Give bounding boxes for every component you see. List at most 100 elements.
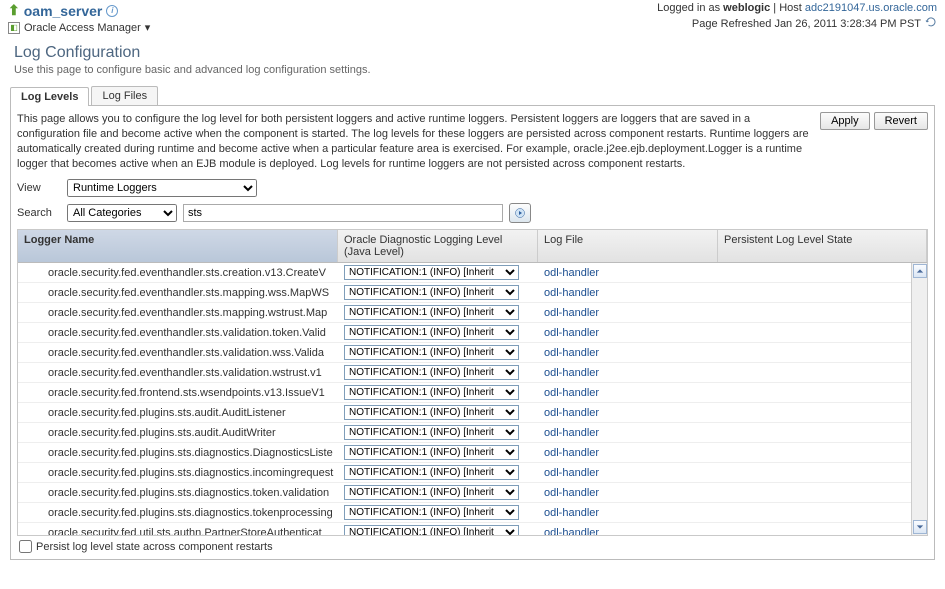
col-log-level[interactable]: Oracle Diagnostic Logging Level (Java Le… [338,230,538,262]
log-level-select[interactable]: NOTIFICATION:1 (INFO) [Inherit [344,325,519,340]
log-level-select[interactable]: NOTIFICATION:1 (INFO) [Inherit [344,265,519,280]
log-level-select[interactable]: NOTIFICATION:1 (INFO) [Inherit [344,305,519,320]
logger-name-cell: oracle.security.fed.plugins.sts.diagnost… [18,506,338,520]
tab-log-levels[interactable]: Log Levels [10,87,89,106]
log-level-select[interactable]: NOTIFICATION:1 (INFO) [Inherit [344,505,519,520]
persistent-state-cell [718,512,927,514]
host-value: adc2191047.us.oracle.com [805,2,937,14]
logger-name-cell: oracle.security.fed.plugins.sts.audit.Au… [18,406,338,420]
log-level-select[interactable]: NOTIFICATION:1 (INFO) [Inherit [344,405,519,420]
scroll-up-icon[interactable] [913,264,927,278]
apply-button[interactable]: Apply [820,112,870,130]
log-level-select[interactable]: NOTIFICATION:1 (INFO) [Inherit [344,445,519,460]
log-file-cell: odl-handler [538,506,718,520]
table-row: oracle.security.fed.plugins.sts.diagnost… [18,503,927,523]
log-level-select[interactable]: NOTIFICATION:1 (INFO) [Inherit [344,285,519,300]
log-level-cell: NOTIFICATION:1 (INFO) [Inherit [338,484,538,501]
login-info: Logged in as weblogic | Host adc2191047.… [657,2,937,14]
table-scrollbar[interactable] [911,263,927,535]
log-level-cell: NOTIFICATION:1 (INFO) [Inherit [338,344,538,361]
log-file-link[interactable]: odl-handler [544,447,599,459]
log-file-cell: odl-handler [538,366,718,380]
log-level-select[interactable]: NOTIFICATION:1 (INFO) [Inherit [344,525,519,535]
persistent-state-cell [718,432,927,434]
persist-checkbox[interactable] [19,540,32,553]
status-up-icon: ⬆ [8,2,20,19]
log-level-select[interactable]: NOTIFICATION:1 (INFO) [Inherit [344,385,519,400]
log-file-link[interactable]: odl-handler [544,307,599,319]
scroll-down-icon[interactable] [913,520,927,534]
log-file-link[interactable]: odl-handler [544,367,599,379]
col-logger-name[interactable]: Logger Name [18,230,338,262]
search-go-button[interactable] [509,203,531,223]
log-level-select[interactable]: NOTIFICATION:1 (INFO) [Inherit [344,465,519,480]
log-level-select[interactable]: NOTIFICATION:1 (INFO) [Inherit [344,345,519,360]
chevron-down-icon: ▾ [145,21,151,34]
log-file-cell: odl-handler [538,326,718,340]
search-input[interactable] [183,204,503,222]
table-row: oracle.security.fed.plugins.sts.diagnost… [18,463,927,483]
logger-name-cell: oracle.security.fed.eventhandler.sts.val… [18,346,338,360]
log-file-link[interactable]: odl-handler [544,387,599,399]
log-level-cell: NOTIFICATION:1 (INFO) [Inherit [338,464,538,481]
view-select[interactable]: Runtime Loggers [67,179,257,197]
log-file-link[interactable]: odl-handler [544,407,599,419]
table-row: oracle.security.fed.eventhandler.sts.map… [18,283,927,303]
col-log-file[interactable]: Log File [538,230,718,262]
view-label: View [17,182,61,194]
col-persistent-state[interactable]: Persistent Log Level State [718,230,927,262]
logger-name-cell: oracle.security.fed.eventhandler.sts.cre… [18,266,338,280]
log-level-cell: NOTIFICATION:1 (INFO) [Inherit [338,444,538,461]
info-icon[interactable]: i [106,5,118,17]
log-file-link[interactable]: odl-handler [544,327,599,339]
tab-log-files[interactable]: Log Files [91,86,158,105]
log-file-cell: odl-handler [538,426,718,440]
log-file-link[interactable]: odl-handler [544,527,599,536]
log-file-link[interactable]: odl-handler [544,287,599,299]
logger-name-cell: oracle.security.fed.frontend.sts.wsendpo… [18,386,338,400]
page-title: Log Configuration [14,44,931,62]
page-desc: Use this page to configure basic and adv… [14,64,931,76]
refresh-icon[interactable] [925,16,937,31]
log-level-cell: NOTIFICATION:1 (INFO) [Inherit [338,424,538,441]
table-row: oracle.security.fed.eventhandler.sts.val… [18,323,927,343]
persistent-state-cell [718,332,927,334]
persistent-state-cell [718,532,927,534]
persistent-state-cell [718,312,927,314]
log-level-select[interactable]: NOTIFICATION:1 (INFO) [Inherit [344,425,519,440]
table-row: oracle.security.fed.eventhandler.sts.cre… [18,263,927,283]
loggers-table: Logger Name Oracle Diagnostic Logging Le… [17,229,928,536]
log-file-link[interactable]: odl-handler [544,467,599,479]
search-category-select[interactable]: All Categories [67,204,177,222]
log-file-link[interactable]: odl-handler [544,427,599,439]
logger-name-cell: oracle.security.fed.eventhandler.sts.val… [18,326,338,340]
log-file-cell: odl-handler [538,526,718,536]
persistent-state-cell [718,272,927,274]
page-refreshed: Page Refreshed Jan 26, 2011 3:28:34 PM P… [657,16,937,31]
table-row: oracle.security.fed.eventhandler.sts.val… [18,343,927,363]
tabs: Log Levels Log Files [10,86,935,106]
log-file-cell: odl-handler [538,266,718,280]
log-level-cell: NOTIFICATION:1 (INFO) [Inherit [338,324,538,341]
log-level-cell: NOTIFICATION:1 (INFO) [Inherit [338,384,538,401]
log-file-cell: odl-handler [538,286,718,300]
table-row: oracle.security.fed.plugins.sts.diagnost… [18,483,927,503]
table-row: oracle.security.fed.plugins.sts.diagnost… [18,443,927,463]
log-file-link[interactable]: odl-handler [544,487,599,499]
table-row: oracle.security.fed.frontend.sts.wsendpo… [18,383,927,403]
log-file-link[interactable]: odl-handler [544,347,599,359]
logger-name-cell: oracle.security.fed.eventhandler.sts.map… [18,286,338,300]
log-level-select[interactable]: NOTIFICATION:1 (INFO) [Inherit [344,365,519,380]
log-level-select[interactable]: NOTIFICATION:1 (INFO) [Inherit [344,485,519,500]
logger-name-cell: oracle.security.fed.plugins.sts.audit.Au… [18,426,338,440]
persistent-state-cell [718,352,927,354]
table-row: oracle.security.fed.eventhandler.sts.map… [18,303,927,323]
log-level-cell: NOTIFICATION:1 (INFO) [Inherit [338,284,538,301]
log-file-link[interactable]: odl-handler [544,507,599,519]
host-label: Host [779,2,802,14]
revert-button[interactable]: Revert [874,112,928,130]
log-file-link[interactable]: odl-handler [544,267,599,279]
log-file-cell: odl-handler [538,406,718,420]
app-menu[interactable]: ◧ Oracle Access Manager ▾ [8,21,150,34]
persistent-state-cell [718,392,927,394]
